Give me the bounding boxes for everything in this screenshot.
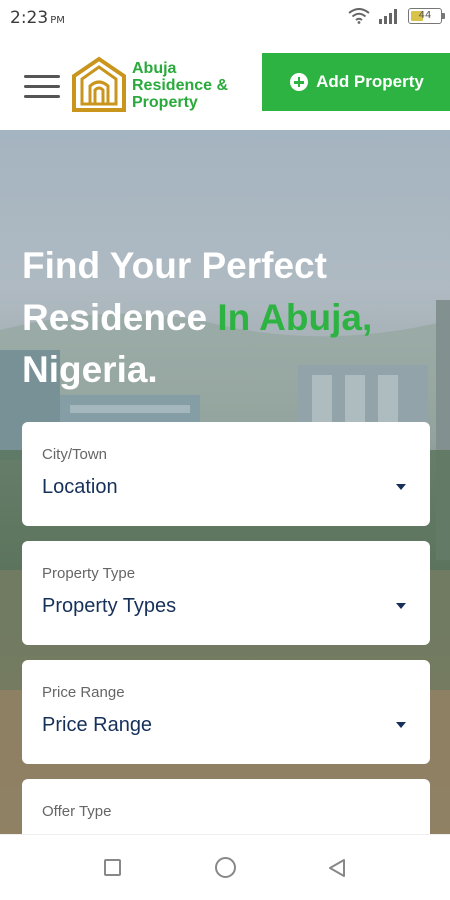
logo-line-2: Residence & [132,76,229,94]
status-time: 2:23 PM [10,8,65,28]
offer-type-select[interactable]: Offer Type [22,779,430,834]
property-type-label: Property Type [42,565,136,582]
hero-title: Find Your Perfect Residence In Abuja, Ni… [22,240,442,396]
price-range-select[interactable]: Price Range Price Range [22,660,430,764]
status-bar: 2:23 PM 44 [0,0,450,36]
status-time-value: 2:23 [10,8,49,28]
caret-down-icon [396,722,406,728]
signal-icon [379,9,397,24]
logo-line-3: Property [132,93,198,111]
city-town-value: Location [42,476,118,498]
site-logo[interactable]: Abuja Residence & Property [70,56,228,114]
recent-apps-icon[interactable] [104,859,121,876]
property-type-value: Property Types [42,595,177,617]
status-icons: 44 [348,8,445,24]
caret-down-icon [396,484,406,490]
logo-line-1: Abuja [132,59,177,77]
battery-icon: 44 [408,8,445,24]
city-town-label: City/Town [42,446,108,463]
price-range-label: Price Range [42,684,125,701]
wifi-icon [348,8,370,24]
property-type-select[interactable]: Property Type Property Types [22,541,430,645]
price-range-value: Price Range [42,714,153,736]
offer-type-label: Offer Type [42,803,112,820]
logo-text: Abuja Residence & Property [132,60,228,111]
add-property-label: Add Property [316,72,424,91]
house-logo-icon [72,56,126,112]
caret-down-icon [396,603,406,609]
site-header: Abuja Residence & Property Add Property [0,36,450,130]
hero-title-accent: In Abuja, [217,297,373,338]
home-icon[interactable] [215,857,236,878]
plus-circle-icon [290,73,309,91]
city-town-select[interactable]: City/Town Location [22,422,430,526]
menu-icon[interactable] [24,75,60,99]
hero-section: Find Your Perfect Residence In Abuja, Ni… [0,130,450,834]
add-property-button[interactable]: Add Property [262,53,450,111]
battery-level: 44 [418,10,432,21]
system-nav-bar [0,834,450,900]
back-icon[interactable] [326,857,348,879]
hero-title-part2: Nigeria. [22,349,158,390]
status-time-ampm: PM [50,15,65,26]
